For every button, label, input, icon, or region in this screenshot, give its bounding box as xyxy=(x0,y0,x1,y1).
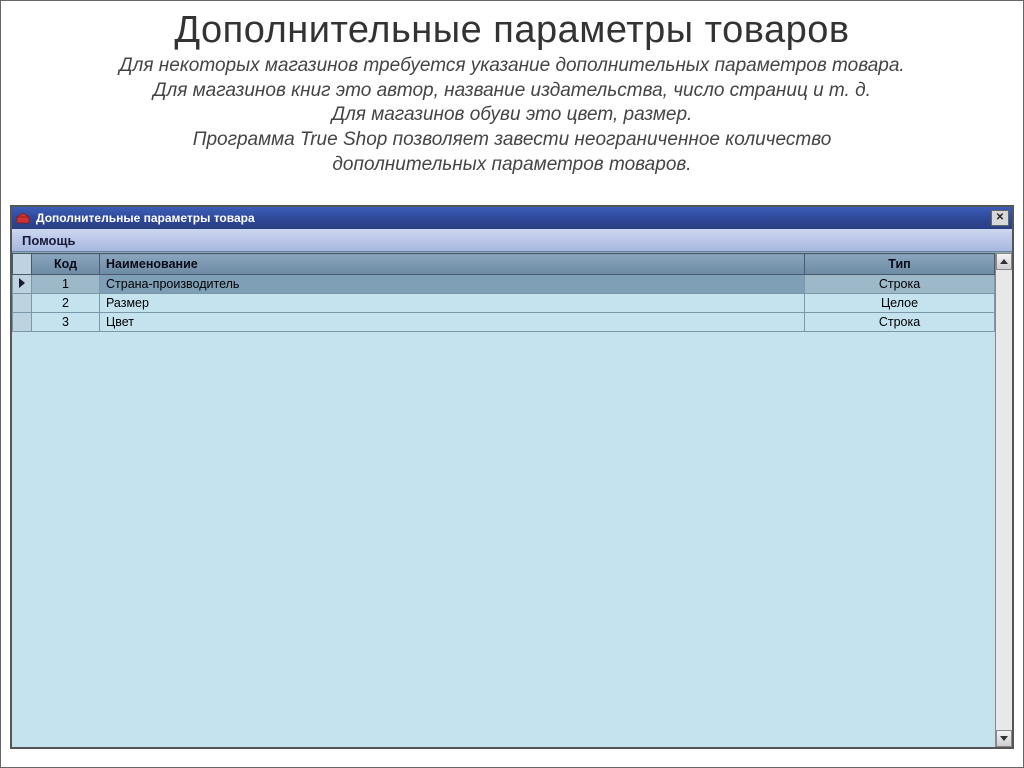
menubar: Помощь xyxy=(12,229,1012,252)
close-icon: ✕ xyxy=(996,213,1004,223)
table-row[interactable]: 1Страна-производительСтрока xyxy=(13,275,995,294)
table-row[interactable]: 2РазмерЦелое xyxy=(13,294,995,313)
subtitle-line: Для магазинов книг это автор, название и… xyxy=(153,80,871,101)
cell-type[interactable]: Целое xyxy=(805,294,995,313)
cell-code[interactable]: 3 xyxy=(32,313,100,332)
subtitle-line: Для магазинов обуви это цвет, размер. xyxy=(332,104,693,125)
app-window: Дополнительные параметры товара ✕ Помощь… xyxy=(10,205,1014,749)
col-header-type[interactable]: Тип xyxy=(805,254,995,275)
row-marker[interactable] xyxy=(13,275,32,294)
close-button[interactable]: ✕ xyxy=(991,210,1009,226)
subtitle-line: Для некоторых магазинов требуется указан… xyxy=(119,55,904,76)
parameters-grid[interactable]: Код Наименование Тип 1Страна-производите… xyxy=(12,253,995,332)
scroll-down-button[interactable] xyxy=(996,730,1012,747)
window-title: Дополнительные параметры товара xyxy=(36,211,255,225)
col-header-name[interactable]: Наименование xyxy=(100,254,805,275)
slide-frame: Дополнительные параметры товаров Для нек… xyxy=(0,0,1024,768)
current-row-icon xyxy=(19,278,25,288)
page-subtitle: Для некоторых магазинов требуется указан… xyxy=(41,54,983,177)
chevron-down-icon xyxy=(1000,736,1008,741)
cell-name[interactable]: Размер xyxy=(100,294,805,313)
cell-type[interactable]: Строка xyxy=(805,275,995,294)
subtitle-line: Программа True Shop позволяет завести не… xyxy=(193,129,832,150)
cell-name[interactable]: Цвет xyxy=(100,313,805,332)
titlebar[interactable]: Дополнительные параметры товара ✕ xyxy=(12,207,1012,229)
cell-code[interactable]: 2 xyxy=(32,294,100,313)
subtitle-line: дополнительных параметров товаров. xyxy=(332,154,691,175)
grid-area: Код Наименование Тип 1Страна-производите… xyxy=(12,253,995,747)
cell-name[interactable]: Страна-производитель xyxy=(100,275,805,294)
cell-type[interactable]: Строка xyxy=(805,313,995,332)
app-icon xyxy=(16,212,30,224)
menu-help[interactable]: Помощь xyxy=(12,233,85,248)
grid-body: 1Страна-производительСтрока2РазмерЦелое3… xyxy=(13,275,995,332)
cell-code[interactable]: 1 xyxy=(32,275,100,294)
row-marker[interactable] xyxy=(13,313,32,332)
vertical-scrollbar[interactable] xyxy=(995,253,1012,747)
page-title: Дополнительные параметры товаров xyxy=(1,9,1023,52)
scroll-track[interactable] xyxy=(996,270,1012,730)
chevron-up-icon xyxy=(1000,259,1008,264)
col-header-marker[interactable] xyxy=(13,254,32,275)
row-marker[interactable] xyxy=(13,294,32,313)
content-frame: Код Наименование Тип 1Страна-производите… xyxy=(12,252,1012,747)
table-row[interactable]: 3ЦветСтрока xyxy=(13,313,995,332)
scroll-up-button[interactable] xyxy=(996,253,1012,270)
col-header-code[interactable]: Код xyxy=(32,254,100,275)
